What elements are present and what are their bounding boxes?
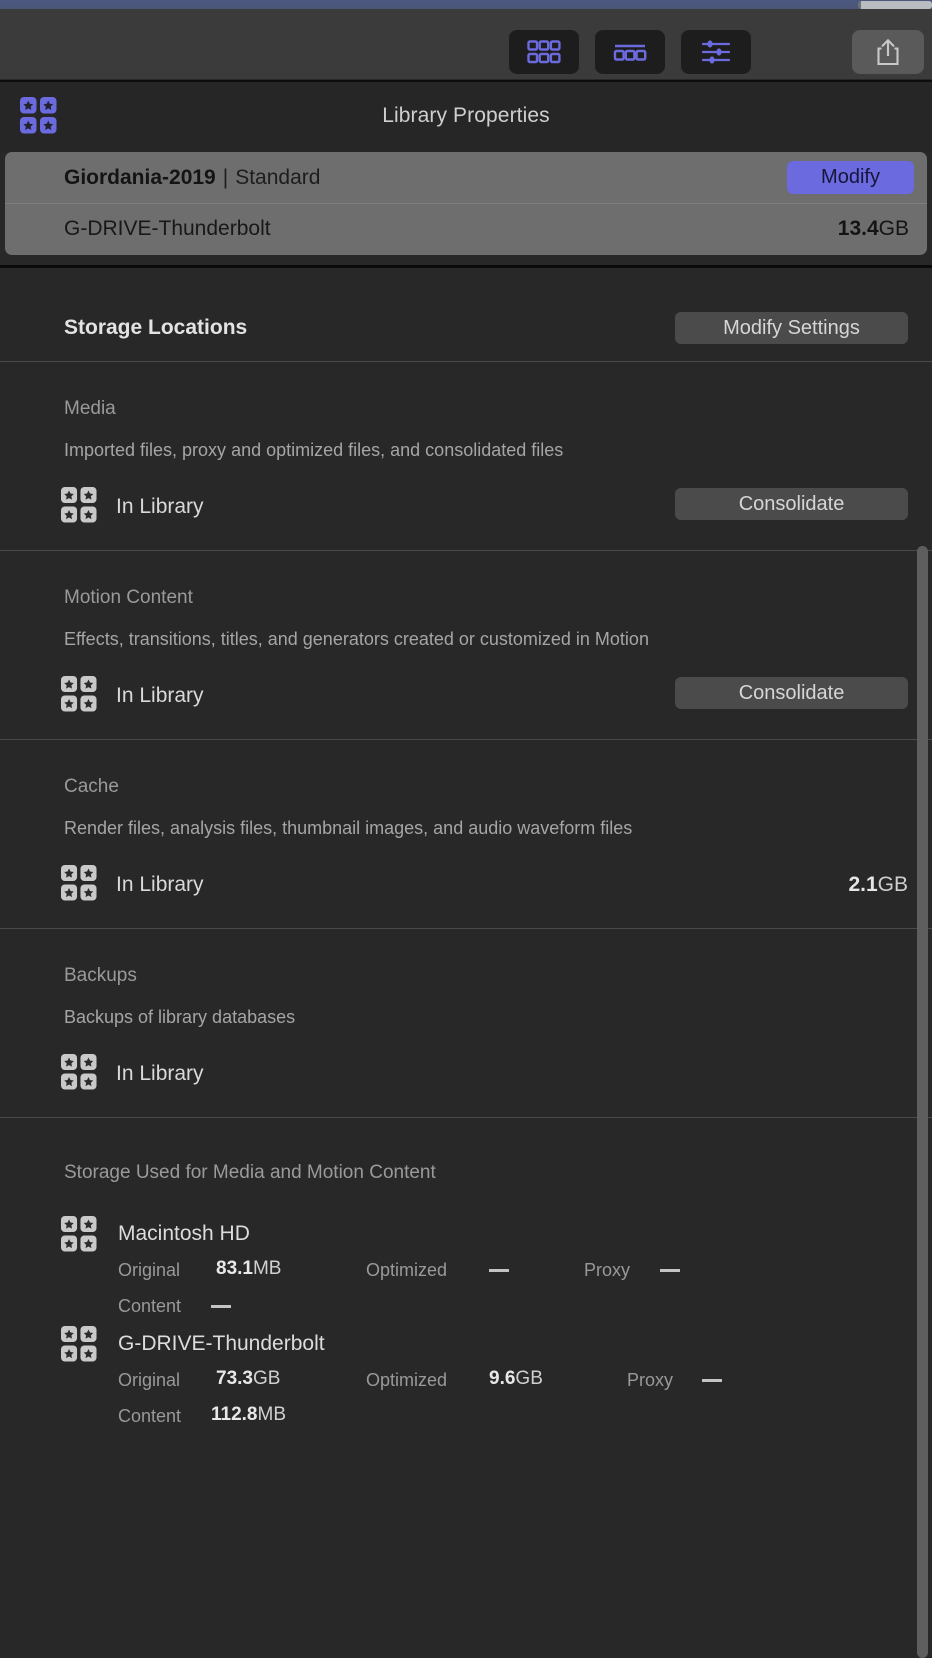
volume-name: G-DRIVE-Thunderbolt <box>118 1332 325 1355</box>
consolidate-media-button[interactable]: Consolidate <box>675 488 908 520</box>
section-location: In Library <box>116 495 204 518</box>
vertical-scrollbar-thumb[interactable] <box>917 546 928 1658</box>
browser-view-button[interactable] <box>509 30 579 74</box>
desktop-background-strip <box>0 0 932 9</box>
content-value-number: 112.8 <box>211 1404 258 1425</box>
storage-used-section: Storage Used for Media and Motion Conten… <box>0 1118 932 1428</box>
optimized-label: Optimized <box>366 1260 448 1280</box>
library-stars-icon <box>61 1054 97 1090</box>
library-name-separator: | <box>222 165 229 189</box>
storage-section-motion-content: Motion Content Effects, transitions, tit… <box>0 551 932 739</box>
modify-button[interactable]: Modify <box>787 161 914 194</box>
proxy-label: Proxy <box>627 1370 674 1390</box>
optimized-value: 9.6GB <box>489 1368 543 1390</box>
section-label: Backups <box>64 965 137 986</box>
optimized-value-number: 9.6 <box>489 1368 516 1389</box>
library-stars-icon <box>61 676 97 712</box>
share-icon <box>877 39 899 66</box>
original-value: 73.3GB <box>216 1368 280 1390</box>
section-location: In Library <box>116 684 204 707</box>
cache-size-value: 2.1 <box>848 873 878 896</box>
original-value-unit: GB <box>252 1368 281 1389</box>
proxy-label: Proxy <box>584 1260 631 1280</box>
cache-size-unit: GB <box>877 873 908 896</box>
section-description: Imported files, proxy and optimized file… <box>64 440 564 460</box>
grid-six-icon <box>527 40 561 64</box>
library-volume-row: G-DRIVE-Thunderbolt 13.4GB <box>5 204 927 254</box>
optimized-label: Optimized <box>366 1370 448 1390</box>
storage-used-title: Storage Used for Media and Motion Conten… <box>64 1162 436 1183</box>
section-description: Backups of library databases <box>64 1007 296 1027</box>
content-label: Content <box>118 1296 182 1316</box>
window-scroll-nub[interactable] <box>858 1 932 9</box>
storage-section-media: Media Imported files, proxy and optimize… <box>0 362 932 550</box>
filmstrip-icon <box>613 44 647 61</box>
filmstrip-view-button[interactable] <box>595 30 665 74</box>
section-label: Media <box>64 398 116 419</box>
consolidate-motion-button[interactable]: Consolidate <box>675 677 908 709</box>
original-label: Original <box>118 1370 181 1390</box>
library-total-size-unit: GB <box>878 217 909 240</box>
content-value: 112.8MB <box>211 1404 286 1426</box>
section-description: Render files, analysis files, thumbnail … <box>64 818 633 838</box>
library-stars-icon <box>61 1216 97 1252</box>
proxy-empty-dash <box>702 1379 722 1382</box>
share-button[interactable] <box>852 30 924 74</box>
content-label: Content <box>118 1406 182 1426</box>
optimized-empty-dash <box>489 1269 509 1272</box>
section-label: Motion Content <box>64 587 193 608</box>
library-name-row: Giordania-2019 | Standard Modify <box>5 152 927 204</box>
cache-size: 2.1GB <box>848 873 908 897</box>
library-name: Giordania-2019 <box>64 165 216 189</box>
library-stars-icon <box>61 1326 97 1362</box>
inspector-header: Library Properties <box>0 80 932 152</box>
storage-section-backups: Backups Backups of library databases In … <box>0 929 932 1117</box>
content-value-unit: MB <box>257 1404 287 1425</box>
original-value-number: 83.1 <box>216 1258 253 1279</box>
toolbar-view-buttons <box>509 30 751 74</box>
optimized-value-unit: GB <box>515 1368 543 1389</box>
library-stars-icon <box>20 97 57 139</box>
page-title: Library Properties <box>382 104 550 127</box>
section-label: Cache <box>64 776 119 797</box>
original-value-unit: MB <box>252 1258 282 1279</box>
original-value: 83.1MB <box>216 1258 281 1280</box>
storage-section-cache: Cache Render files, analysis files, thum… <box>0 740 932 928</box>
inspector-settings-button[interactable] <box>681 30 751 74</box>
library-summary-panel[interactable]: Giordania-2019 | Standard Modify G-DRIVE… <box>5 152 927 255</box>
proxy-empty-dash <box>660 1269 680 1272</box>
content-empty-dash <box>211 1305 231 1308</box>
section-location: In Library <box>116 1062 204 1085</box>
library-stars-icon <box>61 865 97 901</box>
storage-locations-header: Storage Locations Modify Settings <box>0 268 932 361</box>
library-total-size: 13.4GB <box>838 217 909 241</box>
inspector-body: Storage Locations Modify Settings Media … <box>0 265 932 1426</box>
library-volume-name: G-DRIVE-Thunderbolt <box>64 217 271 240</box>
original-value-number: 73.3 <box>216 1368 253 1389</box>
original-label: Original <box>118 1260 181 1280</box>
library-kind: Standard <box>235 165 321 189</box>
vertical-scrollbar-track[interactable] <box>915 268 932 1658</box>
storage-locations-title: Storage Locations <box>64 316 248 339</box>
section-description: Effects, transitions, titles, and genera… <box>64 629 649 649</box>
app-toolbar <box>0 9 932 79</box>
library-stars-icon <box>61 487 97 523</box>
section-location: In Library <box>116 873 204 896</box>
volume-name: Macintosh HD <box>118 1222 250 1245</box>
modify-settings-button[interactable]: Modify Settings <box>675 312 908 344</box>
library-total-size-value: 13.4 <box>837 217 879 240</box>
sliders-icon <box>701 40 731 64</box>
